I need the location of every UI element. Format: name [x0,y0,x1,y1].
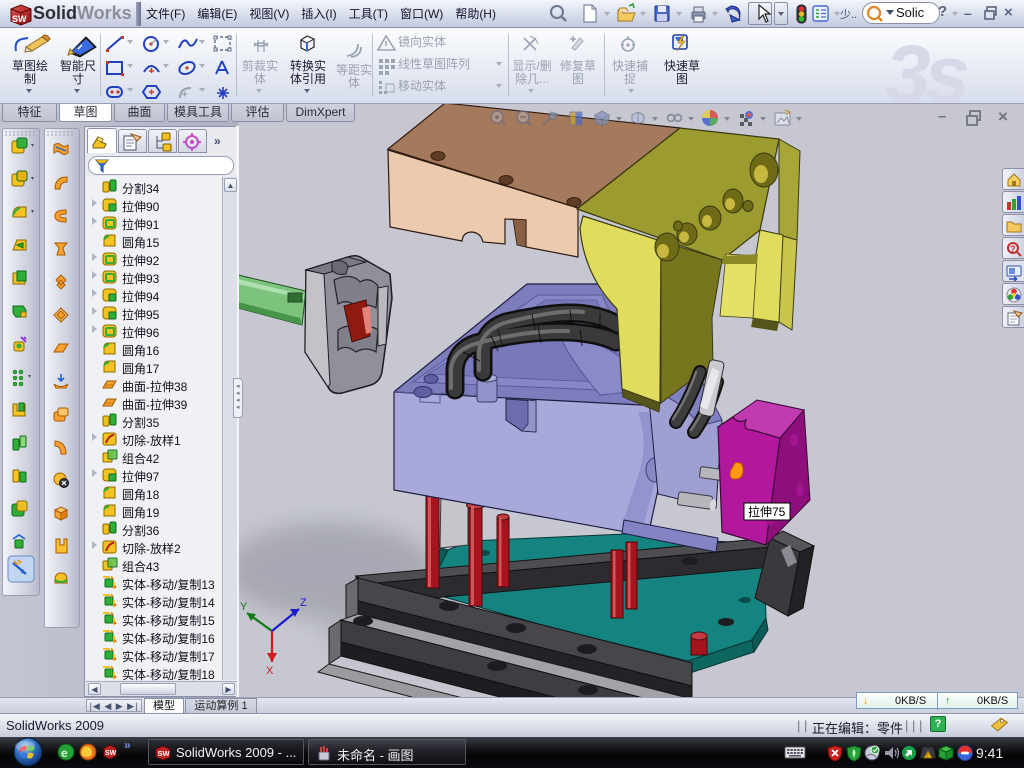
svg-text:e: e [61,746,68,760]
svg-text:SW: SW [105,750,117,757]
svg-text:Y: Y [240,601,248,613]
svg-text:X: X [266,665,274,677]
svg-text:»: » [124,738,131,752]
svg-text:SW: SW [158,749,171,758]
svg-text:?: ? [1010,244,1016,254]
svg-text:拉伸75: 拉伸75 [748,504,786,519]
svg-text:Z: Z [300,597,307,609]
